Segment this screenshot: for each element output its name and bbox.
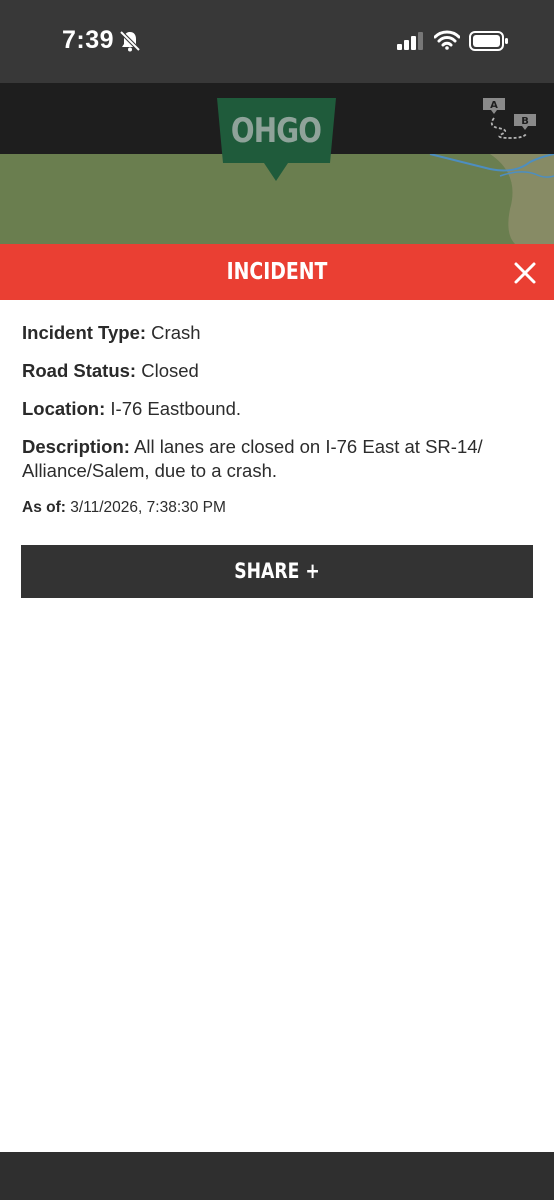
battery-icon (469, 31, 508, 51)
logo-text: OHGO (230, 111, 322, 151)
road-status-row: Road Status: Closed (22, 359, 534, 383)
description-label: Description: (22, 436, 130, 457)
incident-header: INCIDENT (0, 244, 554, 300)
bell-slash-icon (119, 30, 141, 52)
as-of-value: 3/11/2026, 7:38:30 PM (70, 499, 226, 516)
location-row: Location: I-76 Eastbound. (22, 397, 534, 421)
close-button[interactable] (510, 258, 540, 288)
wifi-icon (434, 30, 460, 50)
as-of-label: As of: (22, 499, 66, 516)
share-button-label: SHARE + (234, 559, 320, 583)
ohgo-logo: OHGO (217, 96, 337, 184)
as-of-row: As of: 3/11/2026, 7:38:30 PM (22, 496, 534, 520)
road-status-label: Road Status: (22, 360, 137, 381)
incident-title: INCIDENT (226, 259, 328, 285)
location-value: I-76 Eastbound. (110, 398, 242, 419)
route-b-label: B (521, 116, 529, 127)
location-label: Location: (22, 398, 106, 419)
status-time: 7:39 (62, 26, 115, 54)
bottom-bar (0, 1152, 554, 1200)
status-bar: 7:39 (0, 0, 554, 83)
close-icon (514, 262, 536, 284)
cellular-signal-icon (397, 32, 423, 50)
description-row: Description: All lanes are closed on I-7… (22, 435, 534, 483)
route-planner-icon[interactable]: A B (480, 96, 542, 149)
share-button[interactable]: SHARE + (21, 545, 533, 598)
incident-type-label: Incident Type: (22, 322, 147, 343)
road-status-value: Closed (141, 360, 199, 381)
incident-type-value: Crash (151, 322, 201, 343)
incident-type-row: Incident Type: Crash (22, 321, 534, 345)
route-a-label: A (490, 100, 498, 111)
